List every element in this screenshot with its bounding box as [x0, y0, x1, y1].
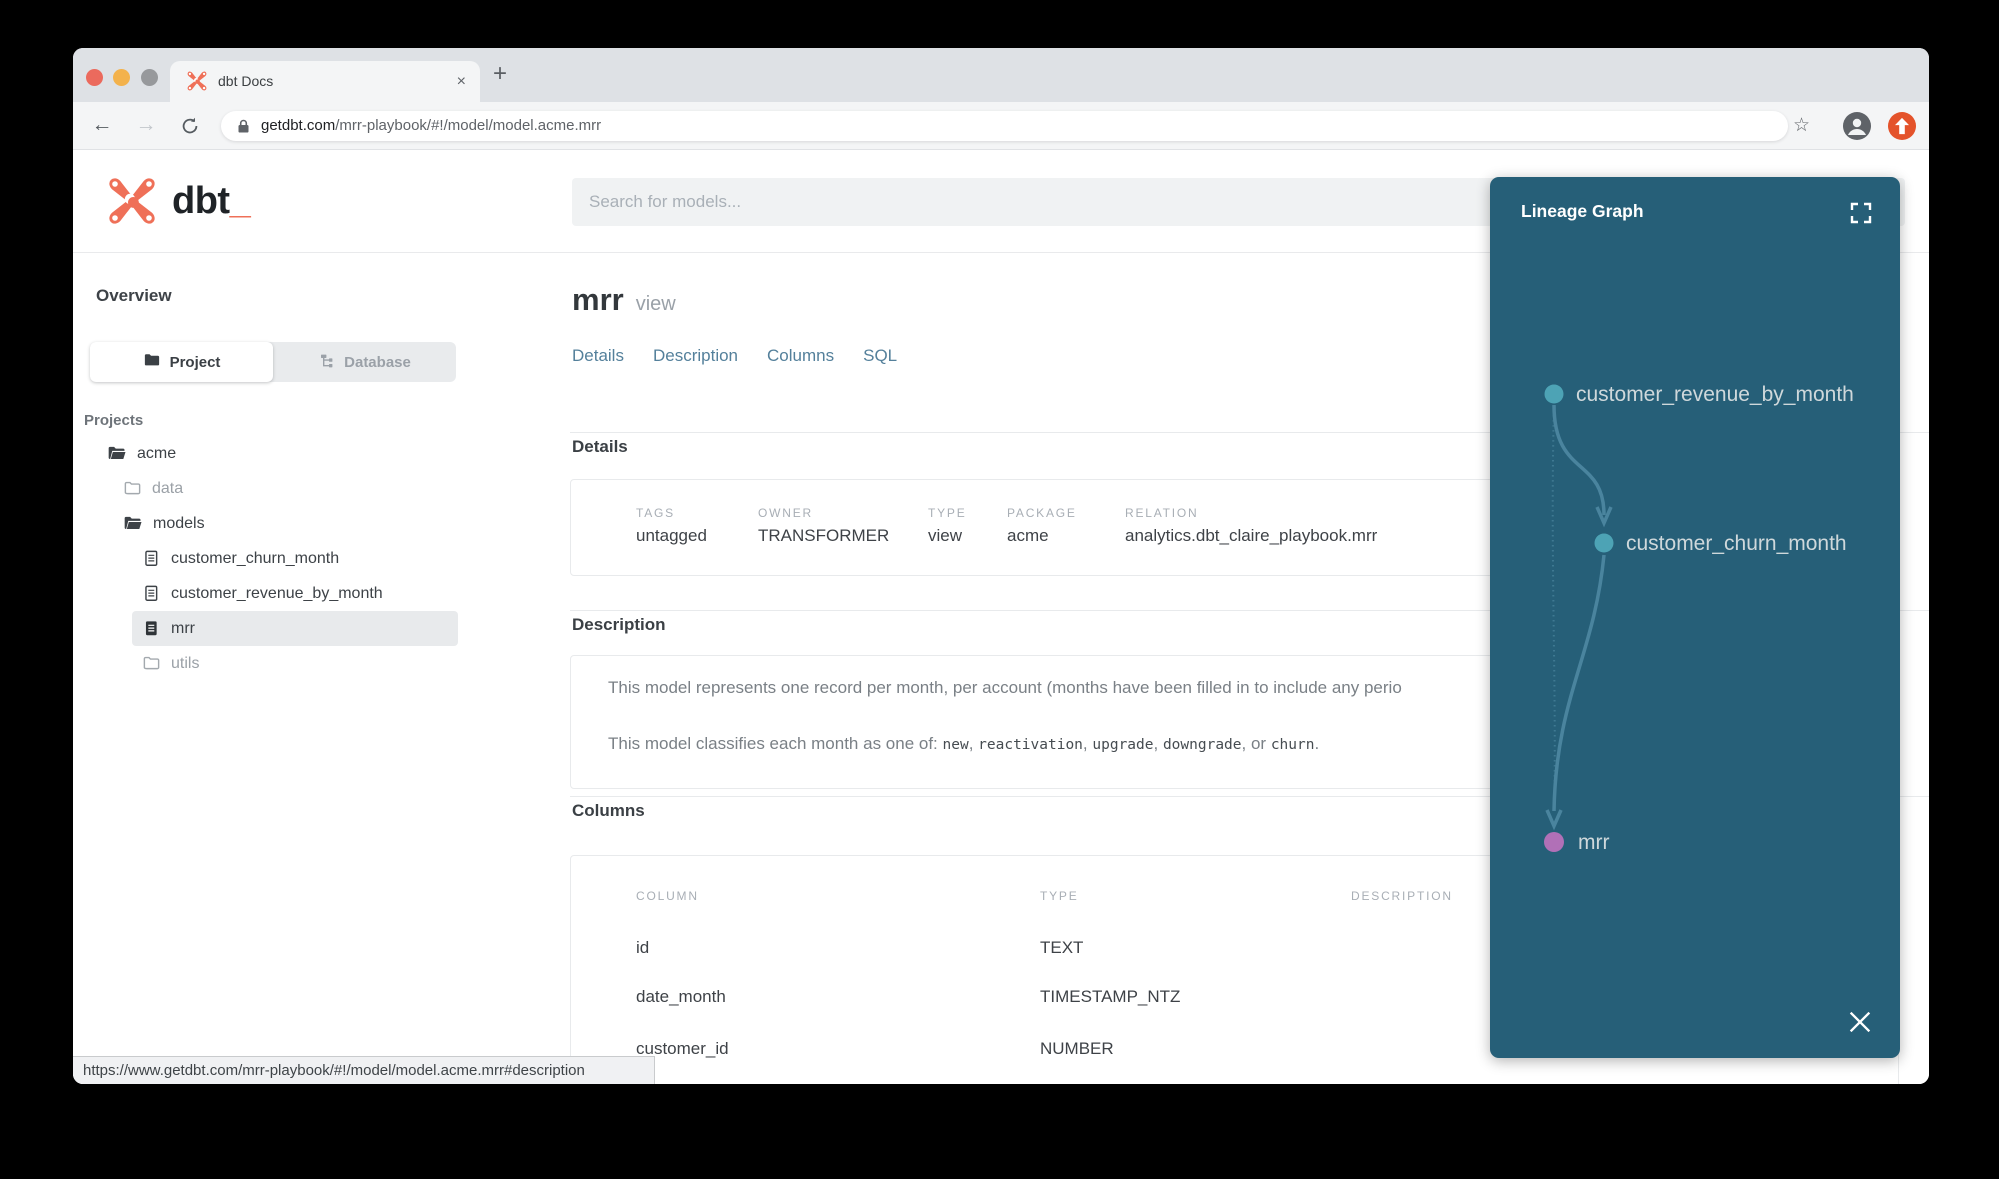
edge-revenue-to-mrr	[1551, 404, 1556, 812]
edge-churn-to-mrr	[1552, 554, 1606, 812]
macos-minimize-button[interactable]	[113, 69, 130, 86]
tree-item-customer-revenue-by-month[interactable]: customer_revenue_by_month	[73, 576, 465, 611]
folder-icon	[143, 351, 161, 373]
column-header: TYPE	[1040, 889, 1079, 903]
node-dot-mrr[interactable]	[1544, 832, 1564, 852]
url-text: getdbt.com/mrr-playbook/#!/model/model.a…	[261, 111, 601, 141]
browser-tab-bar: dbt Docs × +	[73, 48, 1929, 102]
code-token: churn	[1270, 737, 1315, 753]
page-title: mrr view	[572, 282, 676, 317]
file-icon	[142, 584, 161, 603]
dbt-favicon-icon	[187, 71, 207, 96]
macos-close-button[interactable]	[86, 69, 103, 86]
tab-close-icon[interactable]: ×	[457, 61, 466, 102]
back-button[interactable]: ←	[87, 102, 117, 150]
node-label[interactable]: customer_churn_month	[1626, 532, 1847, 555]
code-token: upgrade	[1092, 737, 1154, 753]
folder-open-icon	[123, 514, 143, 534]
fullscreen-expand-icon[interactable]	[1848, 200, 1874, 226]
node-label[interactable]: customer_revenue_by_month	[1576, 383, 1854, 406]
tree-item-label: customer_churn_month	[171, 549, 340, 567]
edge-revenue-to-churn	[1552, 404, 1606, 516]
tab-sql[interactable]: SQL	[863, 346, 897, 366]
folder-outline-icon	[123, 479, 142, 498]
lineage-panel-title: Lineage Graph	[1521, 201, 1644, 221]
reload-button[interactable]	[175, 102, 205, 150]
code-token: downgrade	[1162, 737, 1242, 753]
tree-item-acme[interactable]: acme	[73, 436, 465, 471]
details-heading: Details	[572, 437, 628, 456]
dbt-extension-icon[interactable]	[1888, 112, 1916, 140]
node-label[interactable]: mrr	[1578, 831, 1609, 854]
description-heading: Description	[572, 615, 666, 634]
browser-toolbar: ← → getdbt.com/mrr-playbook/#!/model/mod…	[73, 102, 1929, 150]
lineage-graph-panel: customer_revenue_by_month customer_churn…	[1490, 177, 1900, 1058]
column-header: DESCRIPTION	[1351, 889, 1453, 903]
url-path: /mrr-playbook/#!/model/model.acme.mrr	[335, 117, 602, 134]
tab-details[interactable]: Details	[572, 346, 624, 366]
tree-item-label: utils	[171, 654, 200, 672]
column-header: COLUMN	[636, 889, 699, 903]
close-icon[interactable]	[1846, 1008, 1874, 1036]
folder-open-icon	[107, 444, 127, 464]
tree-item-utils[interactable]: utils	[73, 646, 465, 681]
tab-title: dbt Docs	[218, 73, 274, 89]
sidebar-overview-label[interactable]: Overview	[96, 286, 172, 306]
toggle-project[interactable]: Project	[90, 342, 273, 382]
tree-item-label: mrr	[171, 619, 195, 637]
browser-tab[interactable]: dbt Docs ×	[170, 61, 480, 102]
tree-item-label: customer_revenue_by_month	[171, 584, 383, 602]
tree-item-data[interactable]: data	[73, 471, 465, 506]
node-dot-customer-churn-month[interactable]	[1594, 533, 1614, 553]
tree-item-label: data	[152, 479, 184, 497]
forward-button[interactable]: →	[131, 102, 161, 150]
doc-tabs: Details Description Columns SQL	[572, 346, 897, 366]
lock-icon	[237, 119, 250, 139]
tree-item-label: acme	[137, 444, 177, 462]
tree-item-label: models	[153, 514, 205, 532]
toggle-project-label: Project	[169, 353, 221, 371]
bookmark-star-icon[interactable]: ☆	[1793, 102, 1810, 150]
tree-item-customer-churn-month[interactable]: customer_churn_month	[73, 541, 465, 576]
database-tree-icon	[318, 352, 335, 373]
columns-heading: Columns	[572, 801, 645, 820]
tree-item-models[interactable]: models	[73, 506, 465, 541]
dbt-logo-icon[interactable]	[108, 177, 156, 230]
project-database-toggle: Project Database	[90, 342, 456, 382]
toggle-database-label: Database	[344, 353, 411, 371]
macos-zoom-button[interactable]	[141, 69, 158, 86]
project-tree: acme data models customer_churn_month cu…	[73, 436, 465, 681]
profile-avatar[interactable]	[1843, 112, 1871, 140]
file-icon	[142, 549, 161, 568]
address-bar[interactable]: getdbt.com/mrr-playbook/#!/model/model.a…	[221, 111, 1788, 141]
code-token: new	[942, 737, 969, 753]
new-tab-button[interactable]: +	[493, 48, 507, 100]
code-token: reactivation	[978, 737, 1083, 753]
tab-columns[interactable]: Columns	[767, 346, 834, 366]
file-filled-icon	[142, 619, 161, 638]
status-url-tooltip: https://www.getdbt.com/mrr-playbook/#!/m…	[73, 1056, 655, 1084]
materialization-badge: view	[635, 293, 676, 315]
browser-window: dbt Docs × + ← → getdbt.com/mrr-playbook…	[73, 48, 1929, 1084]
lineage-graph-canvas[interactable]: customer_revenue_by_month customer_churn…	[1490, 177, 1900, 1058]
node-dot-customer-revenue-by-month[interactable]	[1544, 384, 1564, 404]
url-host: getdbt.com	[261, 117, 336, 134]
folder-outline-icon	[142, 654, 161, 673]
tree-item-mrr-selected[interactable]: mrr	[132, 611, 458, 646]
dbt-wordmark: dbt_	[172, 180, 251, 222]
arrowhead-icon	[1545, 809, 1563, 831]
tab-description[interactable]: Description	[653, 346, 738, 366]
projects-section-label: Projects	[84, 412, 144, 429]
toggle-database[interactable]: Database	[273, 342, 456, 382]
